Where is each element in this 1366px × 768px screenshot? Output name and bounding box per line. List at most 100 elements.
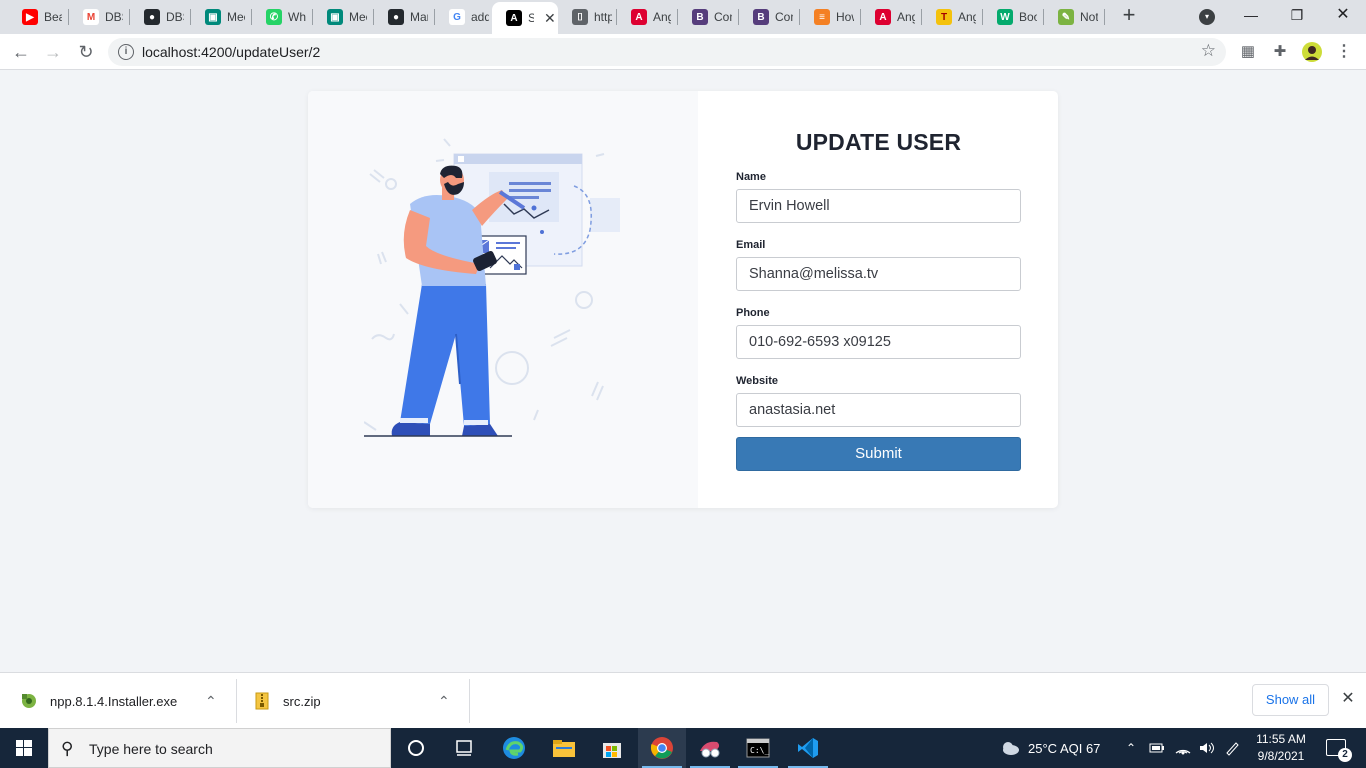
- tab-title: Wha: [288, 10, 306, 24]
- tab-title: Con: [714, 10, 732, 24]
- wifi-icon[interactable]: [1174, 728, 1192, 768]
- browser-tab[interactable]: ● DBS: [130, 0, 191, 34]
- volume-icon[interactable]: [1198, 728, 1216, 768]
- microsoft-store-icon[interactable]: [588, 728, 636, 768]
- angular-icon: A: [875, 9, 891, 25]
- battery-icon[interactable]: [1149, 728, 1165, 768]
- browser-tab[interactable]: A Ang: [861, 0, 922, 34]
- name-input[interactable]: [736, 189, 1021, 223]
- taskbar-clock[interactable]: 11:55 AM 9/8/2021: [1248, 731, 1314, 765]
- phone-label: Phone: [736, 307, 770, 319]
- browser-tab[interactable]: B Con: [678, 0, 739, 34]
- clock-date: 9/8/2021: [1257, 749, 1305, 763]
- cortana-icon[interactable]: [392, 728, 440, 768]
- notifications-icon[interactable]: 2: [1326, 739, 1352, 762]
- tab-title: Ang: [653, 10, 671, 24]
- browser-tab[interactable]: ⌷ http: [558, 0, 617, 34]
- new-tab-button[interactable]: +: [1117, 4, 1141, 28]
- browser-tab[interactable]: B Con: [739, 0, 800, 34]
- windows-taskbar: ⚲ Type here to search C:\_ 25°C AQI 67 ⌃: [0, 728, 1366, 768]
- submit-button[interactable]: Submit: [736, 437, 1021, 471]
- browser-tab[interactable]: ▣ Mee: [313, 0, 374, 34]
- close-tab-icon[interactable]: ✕: [544, 10, 556, 27]
- download-divider: [469, 679, 470, 723]
- close-downloads-icon[interactable]: ✕: [1338, 689, 1358, 709]
- download-options-chevron-icon[interactable]: ⌃: [438, 673, 458, 729]
- browser-tab[interactable]: ▶ Bea: [8, 0, 69, 34]
- minimize-icon[interactable]: —: [1228, 0, 1274, 30]
- bookmark-star-icon[interactable]: ☆: [1201, 41, 1216, 61]
- browser-tab[interactable]: ✎ Not: [1044, 0, 1105, 34]
- form-heading: UPDATE USER: [795, 129, 962, 155]
- website-label: Website: [736, 375, 778, 387]
- task-view-icon[interactable]: [440, 728, 488, 768]
- angular-black-icon: A: [506, 10, 522, 26]
- update-user-card: UPDATE USER Name Email Phone Website Sub…: [308, 91, 1058, 508]
- tab-separator: [1104, 9, 1105, 25]
- tab-search-icon[interactable]: ▾: [1199, 9, 1215, 25]
- browser-tab[interactable]: W Boo: [983, 0, 1044, 34]
- zip-file-icon: [255, 692, 269, 710]
- whatsapp-icon: ✆: [266, 9, 282, 25]
- show-hidden-icons-chevron-icon[interactable]: ⌃: [1126, 728, 1136, 768]
- browser-tab[interactable]: A S ✕: [492, 2, 558, 34]
- back-icon[interactable]: ←: [9, 40, 33, 64]
- windows-start-icon[interactable]: [0, 728, 48, 768]
- tab-title: Mee: [227, 10, 245, 24]
- browser-tab[interactable]: Gadd: [435, 0, 496, 34]
- google-meet-icon: ▣: [327, 9, 343, 25]
- profile-avatar[interactable]: [1302, 42, 1322, 62]
- reload-icon[interactable]: ↻: [74, 40, 98, 64]
- phone-input[interactable]: [736, 325, 1021, 359]
- browser-tab[interactable]: ● Mar: [374, 0, 435, 34]
- email-label: Email: [736, 239, 766, 251]
- notification-count-badge: 2: [1338, 748, 1352, 762]
- angular-icon: A: [631, 9, 647, 25]
- extensions-puzzle-icon[interactable]: ✚: [1270, 42, 1290, 62]
- browser-tab[interactable]: ≡ How: [800, 0, 861, 34]
- taskbar-search-box[interactable]: ⚲ Type here to search: [48, 728, 391, 768]
- site-info-icon[interactable]: i: [118, 44, 134, 60]
- download-options-chevron-icon[interactable]: ⌃: [205, 673, 225, 729]
- extension-icon[interactable]: ▦: [1238, 42, 1258, 62]
- address-bar[interactable]: i localhost:4200/updateUser/2 ☆: [108, 38, 1226, 66]
- downloads-bar: npp.8.1.4.Installer.exe ⌃ src.zip ⌃ Show…: [0, 672, 1366, 728]
- weather-widget[interactable]: 25°C AQI 67: [1000, 728, 1100, 768]
- github-icon: ●: [144, 9, 160, 25]
- illustration-panel: [308, 91, 698, 508]
- name-label: Name: [736, 171, 766, 183]
- browser-tab[interactable]: ✆ Wha: [252, 0, 313, 34]
- browser-tab[interactable]: A Ang: [617, 0, 678, 34]
- google-icon: G: [449, 9, 465, 25]
- tab-title: Bea: [44, 10, 62, 24]
- download-filename: npp.8.1.4.Installer.exe: [50, 693, 178, 709]
- url-text[interactable]: localhost:4200/updateUser/2: [142, 44, 320, 60]
- snip-sketch-icon[interactable]: [686, 728, 734, 768]
- person-editing-illustration: [364, 138, 620, 437]
- forward-icon[interactable]: →: [41, 40, 65, 64]
- download-item-src-zip[interactable]: src.zip: [253, 673, 321, 729]
- vscode-icon[interactable]: [784, 728, 832, 768]
- w3schools-icon: W: [997, 9, 1013, 25]
- tab-title: Con: [775, 10, 793, 24]
- command-prompt-icon[interactable]: C:\_: [734, 728, 782, 768]
- download-item-npp[interactable]: npp.8.1.4.Installer.exe: [20, 673, 177, 729]
- edge-icon[interactable]: [490, 728, 538, 768]
- email-input[interactable]: [736, 257, 1021, 291]
- pen-ink-icon[interactable]: [1224, 728, 1240, 768]
- show-all-downloads-button[interactable]: Show all: [1252, 684, 1329, 716]
- bootstrap-icon: B: [753, 9, 769, 25]
- website-input[interactable]: [736, 393, 1021, 427]
- restore-icon[interactable]: ❐: [1274, 0, 1320, 30]
- gmail-icon: M: [83, 9, 99, 25]
- menu-kebab-icon[interactable]: ⋮: [1334, 42, 1354, 62]
- file-explorer-icon[interactable]: [540, 728, 588, 768]
- browser-tab[interactable]: ▣ Mee: [191, 0, 252, 34]
- browser-tab[interactable]: T Ang: [922, 0, 983, 34]
- chrome-taskbar-icon[interactable]: [638, 728, 686, 768]
- close-window-icon[interactable]: ✕: [1320, 0, 1366, 30]
- tab-title: Boo: [1019, 10, 1037, 24]
- download-divider: [236, 679, 237, 723]
- browser-tab[interactable]: M DBS: [69, 0, 130, 34]
- svg-text:C:\_: C:\_: [750, 746, 769, 755]
